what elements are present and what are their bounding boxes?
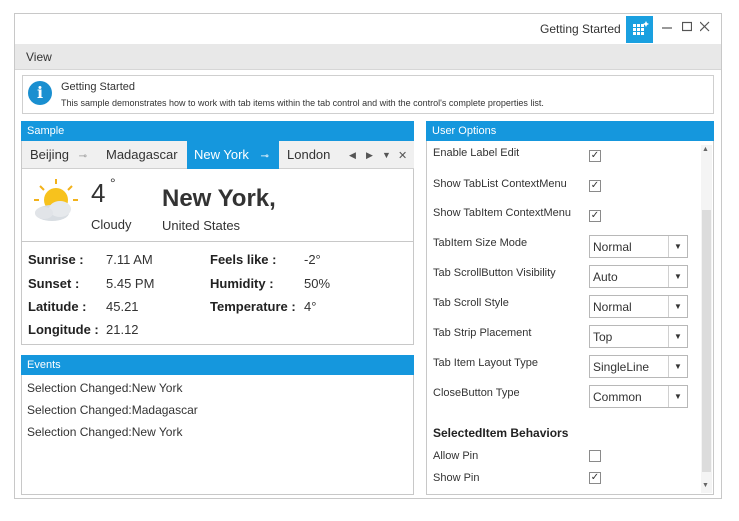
scroll-left-icon[interactable]: ◀ bbox=[349, 150, 356, 161]
divider bbox=[22, 241, 414, 242]
tab-scroll-style-select[interactable]: Normal ▼ bbox=[589, 295, 688, 318]
longitude-label: Longitude : bbox=[28, 322, 99, 337]
tab-item-layout-type-label: Tab Item Layout Type bbox=[433, 357, 538, 369]
chevron-down-icon[interactable]: ▼ bbox=[668, 236, 687, 257]
window-title: Getting Started bbox=[540, 22, 621, 36]
longitude-value: 21.12 bbox=[106, 322, 139, 337]
tab-item-layout-type-select[interactable]: SingleLine ▼ bbox=[589, 355, 688, 378]
scroll-up-icon[interactable]: ▲ bbox=[702, 146, 709, 153]
tab-label: Beijing bbox=[30, 147, 70, 162]
tabitem-size-mode-label: TabItem Size Mode bbox=[433, 237, 528, 249]
country-name: United States bbox=[162, 218, 241, 233]
feels-like-label: Feels like : bbox=[210, 252, 277, 267]
close-button[interactable] bbox=[699, 19, 710, 35]
sunrise-value: 7.11 AM bbox=[106, 252, 153, 267]
latitude-value: 45.21 bbox=[106, 299, 139, 314]
selected-item-behaviors-heading: SelectedItem Behaviors bbox=[433, 426, 569, 440]
select-value: Normal bbox=[593, 240, 632, 254]
tabitem-size-mode-select[interactable]: Normal ▼ bbox=[589, 235, 688, 258]
pin-icon[interactable]: ⊸ bbox=[261, 151, 269, 162]
select-value: Auto bbox=[593, 270, 618, 284]
event-item: Selection Changed:New York bbox=[27, 425, 183, 439]
scrollbar-thumb[interactable] bbox=[702, 210, 711, 472]
sample-header: Sample bbox=[21, 121, 414, 141]
tab-label: New York bbox=[194, 147, 249, 162]
app-grid-icon[interactable] bbox=[626, 16, 653, 43]
enable-label-edit-label: Enable Label Edit bbox=[433, 147, 520, 159]
tab-strip-placement-select[interactable]: Top ▼ bbox=[589, 325, 688, 348]
tab-london[interactable]: London bbox=[287, 141, 330, 169]
minimize-button[interactable] bbox=[662, 19, 672, 35]
feels-like-value: -2° bbox=[304, 252, 321, 267]
tab-new-york[interactable]: New York ⊸ bbox=[187, 141, 279, 169]
sunrise-label: Sunrise : bbox=[28, 252, 84, 267]
closebutton-type-select[interactable]: Common ▼ bbox=[589, 385, 688, 408]
show-tablist-contextmenu-label: Show TabList ContextMenu bbox=[433, 178, 567, 190]
pin-icon[interactable]: ⊸ bbox=[79, 151, 87, 162]
temperature-value: 4 bbox=[91, 178, 106, 208]
show-pin-checkbox[interactable]: ✓ bbox=[589, 472, 601, 484]
info-icon: i bbox=[28, 81, 52, 105]
tab-scroll-style-label: Tab Scroll Style bbox=[433, 297, 509, 309]
city-name: New York, bbox=[162, 185, 276, 212]
event-item: Selection Changed:Madagascar bbox=[27, 403, 198, 417]
maximize-button[interactable] bbox=[681, 19, 693, 35]
tab-label: Madagascar bbox=[106, 147, 178, 162]
chevron-down-icon[interactable]: ▼ bbox=[668, 356, 687, 377]
weather-condition: Cloudy bbox=[91, 217, 132, 232]
allow-pin-checkbox[interactable] bbox=[589, 450, 601, 462]
scroll-down-icon[interactable]: ▼ bbox=[702, 482, 709, 489]
tab-scrollbutton-visibility-select[interactable]: Auto ▼ bbox=[589, 265, 688, 288]
info-description: This sample demonstrates how to work wit… bbox=[61, 98, 544, 108]
sunset-label: Sunset : bbox=[28, 276, 80, 291]
tab-list-icon[interactable]: ▼ bbox=[382, 150, 391, 160]
select-value: Common bbox=[593, 390, 642, 404]
latitude-label: Latitude : bbox=[28, 299, 87, 314]
chevron-down-icon[interactable]: ▼ bbox=[668, 326, 687, 347]
allow-pin-label: Allow Pin bbox=[433, 450, 479, 462]
temperature-label: Temperature : bbox=[210, 299, 296, 314]
chevron-down-icon[interactable]: ▼ bbox=[668, 386, 687, 407]
show-tabitem-contextmenu-label: Show TabItem ContextMenu bbox=[433, 207, 571, 219]
select-value: Top bbox=[593, 330, 613, 344]
info-title: Getting Started bbox=[61, 81, 135, 93]
tab-scrollbutton-visibility-label: Tab ScrollButton Visibility bbox=[433, 267, 556, 279]
chevron-down-icon[interactable]: ▼ bbox=[668, 296, 687, 317]
tab-madagascar[interactable]: Madagascar bbox=[106, 141, 178, 169]
tab-label: London bbox=[287, 147, 331, 162]
chevron-down-icon[interactable]: ▼ bbox=[668, 266, 687, 287]
select-value: SingleLine bbox=[593, 360, 650, 374]
menu-bar bbox=[15, 44, 721, 70]
closebutton-type-label: CloseButton Type bbox=[433, 387, 520, 399]
partly-cloudy-icon bbox=[30, 178, 82, 224]
sunset-value: 5.45 PM bbox=[106, 276, 155, 291]
events-header: Events bbox=[21, 355, 414, 375]
event-item: Selection Changed:New York bbox=[27, 381, 183, 395]
menu-view[interactable]: View bbox=[26, 50, 52, 64]
show-tabitem-contextmenu-checkbox[interactable]: ✓ bbox=[589, 210, 601, 222]
degree-mark: ° bbox=[110, 175, 116, 191]
tab-strip-placement-label: Tab Strip Placement bbox=[433, 327, 532, 339]
tab-close-icon[interactable]: ✕ bbox=[398, 149, 407, 162]
options-header: User Options bbox=[426, 121, 714, 141]
tab-beijing[interactable]: Beijing ⊸ bbox=[30, 141, 87, 169]
scroll-right-icon[interactable]: ▶ bbox=[366, 150, 373, 161]
show-pin-label: Show Pin bbox=[433, 472, 480, 484]
select-value: Normal bbox=[593, 300, 632, 314]
temperature-detail-value: 4° bbox=[304, 299, 317, 314]
enable-label-edit-checkbox[interactable]: ✓ bbox=[589, 150, 601, 162]
show-tablist-contextmenu-checkbox[interactable]: ✓ bbox=[589, 180, 601, 192]
humidity-label: Humidity : bbox=[210, 276, 274, 291]
humidity-value: 50% bbox=[304, 276, 331, 291]
